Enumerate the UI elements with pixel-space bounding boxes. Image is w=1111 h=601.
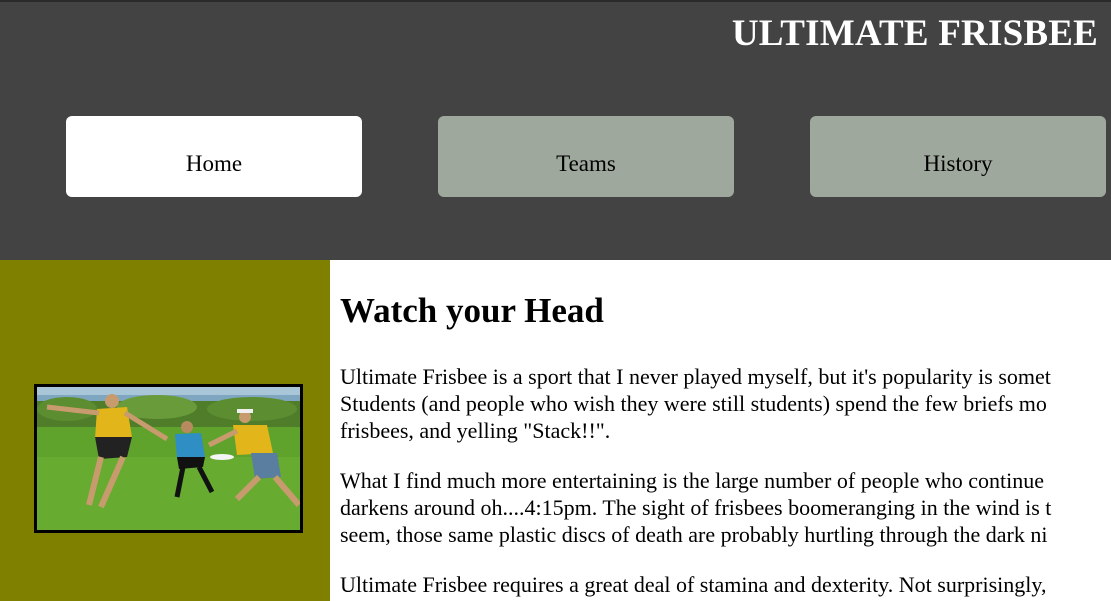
nav-home-button[interactable]: Home: [66, 116, 362, 197]
paragraph-1-line-2: Students (and people who wish they were …: [340, 391, 1047, 416]
paragraph-1: Ultimate Frisbee is a sport that I never…: [340, 363, 1051, 444]
site-header: ULTIMATE FRISBEE Home Teams History: [0, 0, 1111, 260]
nav-history-button[interactable]: History: [810, 116, 1106, 197]
paragraph-2-line-3: seem, those same plastic discs of death …: [340, 522, 1048, 547]
paragraph-3: Ultimate Frisbee requires a great deal o…: [340, 571, 1046, 598]
frisbee-photo: [34, 384, 303, 533]
nav-teams-label: Teams: [556, 150, 616, 176]
paragraph-1-line-1: Ultimate Frisbee is a sport that I never…: [340, 364, 1051, 389]
paragraph-3-line-1: Ultimate Frisbee requires a great deal o…: [340, 572, 1047, 597]
sidebar: [0, 260, 330, 601]
frisbee-photo-illustration: [37, 387, 300, 530]
site-title: ULTIMATE FRISBEE: [731, 13, 1098, 54]
paragraph-2-line-1: What I find much more entertaining is th…: [340, 468, 1044, 493]
paragraph-2-line-2: darkens around oh....4:15pm. The sight o…: [340, 495, 1052, 520]
nav-teams-button[interactable]: Teams: [438, 116, 734, 197]
nav-history-label: History: [923, 150, 993, 176]
nav-home-label: Home: [185, 150, 243, 176]
main-content: Watch your Head Ultimate Frisbee is a sp…: [330, 260, 1111, 601]
paragraph-2: What I find much more entertaining is th…: [340, 467, 1051, 548]
article-heading: Watch your Head: [340, 291, 604, 330]
paragraph-1-line-3: frisbees, and yelling "Stack!!".: [340, 418, 611, 443]
